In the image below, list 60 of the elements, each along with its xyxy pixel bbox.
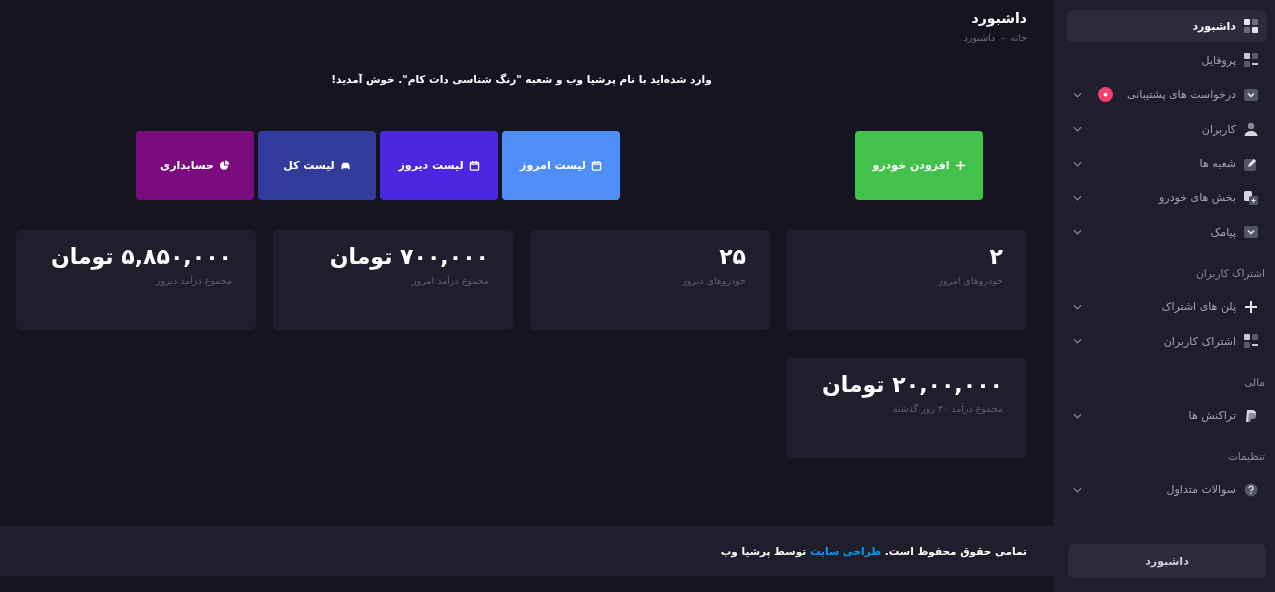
calendar-icon [590,160,602,171]
section-heading: اشتراک کاربران [1195,265,1266,282]
stat-label: خودروهای امروز [937,275,1003,286]
grid-icon [1244,19,1258,33]
sidebar-item-label: سوالات متداول [1166,483,1236,497]
calendar-icon [468,160,480,171]
sidebar-item[interactable]: شعبه ها [1067,147,1267,180]
chevron-box-icon [1244,87,1258,102]
sidebar-item[interactable]: سوالات متداول [1067,473,1267,506]
sidebar-item-label: پروفایل [1201,53,1236,67]
sidebar-item[interactable]: پیامک [1067,216,1267,249]
stat-label: مجموع درآمد دیروز [154,275,232,286]
grid-icon [1244,53,1258,68]
section-heading: مالی [1243,374,1266,390]
sidebar-item-label: کاربران [1201,122,1236,136]
plus-icon [954,160,966,171]
chevron-box-icon [1244,225,1258,240]
stat-label: مجموع درآمد ۳۰ روز گذشته [891,403,1003,414]
stat-value: ۲ [988,244,1003,269]
sidebar-item[interactable]: اشتراک کاربران [1067,325,1267,358]
sidebar-item-label: داشبورد [1192,19,1236,33]
stat-value: ۷۰۰,۰۰۰ تومان [328,244,489,269]
plus-icon [1244,299,1258,314]
copy-plus-icon [1244,190,1258,205]
stat-label: مجموع درآمد امروز [410,275,489,286]
action-button[interactable]: حسابداری [136,131,254,200]
sidebar-item[interactable]: بخش های خودرو [1067,181,1267,214]
sidebar-item[interactable]: پلن های اشتراک [1067,290,1267,323]
question-icon [1244,482,1258,497]
sidebar-item[interactable]: پروفایل [1067,44,1267,77]
page-title: داشبورد [970,10,1027,26]
stat-value: ۲۵ [718,244,746,269]
dashboard-button[interactable]: داشبورد [1068,544,1266,578]
car-icon [339,160,351,171]
pencil-icon [1244,156,1258,171]
action-button[interactable]: لیست دیروز [380,131,498,200]
person-icon [1244,122,1258,137]
sidebar-item-label: پیامک [1210,225,1236,239]
stat-label: خودروهای دیروز [681,275,746,286]
sidebar-item-label: درخواست های پشتیبانی [1127,88,1236,102]
sidebar-item[interactable]: تراکنش ها [1067,399,1267,432]
sidebar-item[interactable]: داشبورد [1067,10,1267,42]
stat-value: ۵,۸۵۰,۰۰۰ تومان [49,244,232,269]
sidebar-item[interactable]: درخواست های پشتیبانی [1067,78,1267,111]
pie-chart-icon [218,160,230,171]
breadcrumb: خانه - داشبورد [963,32,1027,43]
site-design-link[interactable]: طراحی سایت [809,545,882,557]
sidebar-item-label: تراکنش ها [1188,409,1236,422]
action-button[interactable]: لیست کل [258,131,376,200]
copyright-text: تمامی حقوق محفوظ است. طراحی سایت توسط پرشیا وب [720,545,1027,557]
payment-icon [1244,408,1258,423]
stat-value: ۲۰,۰۰,۰۰۰ تومان [820,372,1003,397]
sidebar-item-label: شعبه ها [1199,157,1236,171]
sidebar-item-label: پلن های اشتراک [1161,300,1236,314]
grid-icon [1244,334,1258,349]
sidebar-item-label: بخش های خودرو [1159,191,1236,205]
sidebar-item[interactable]: کاربران [1067,113,1267,146]
welcome-message: وارد شده‌اید با نام پرشیا وب و شعبه "رنگ شناسی دات کام". خوش آمدید! [330,73,713,85]
section-heading: تنظیمات [1226,448,1266,464]
sidebar-item-label: اشتراک کاربران [1163,334,1236,348]
